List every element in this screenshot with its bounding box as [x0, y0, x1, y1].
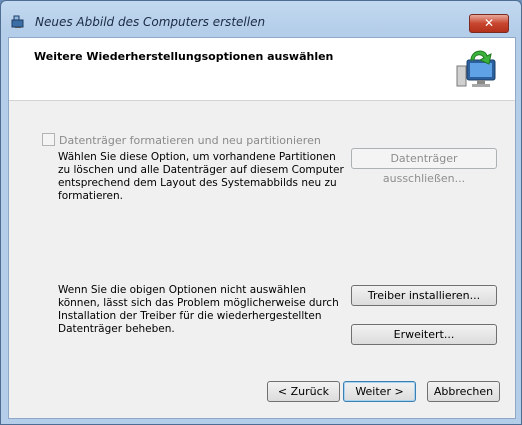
- format-checkbox[interactable]: [42, 133, 55, 146]
- window-title: Neues Abbild des Computers erstellen: [35, 15, 266, 29]
- exclude-disks-button[interactable]: Datenträger ausschließen...: [351, 148, 497, 185]
- dialog-header: Weitere Wiederherstellungsoptionen auswä…: [9, 38, 515, 101]
- format-checkbox-label: Datenträger formatieren und neu partitio…: [59, 134, 321, 147]
- advanced-button[interactable]: Erweitert...: [351, 324, 497, 345]
- dialog-client-area: Weitere Wiederherstellungsoptionen auswä…: [8, 37, 516, 419]
- format-description: Wählen Sie diese Option, um vorhandene P…: [58, 151, 344, 202]
- cancel-button[interactable]: Abbrechen: [427, 381, 500, 402]
- back-button[interactable]: < Zurück: [267, 381, 340, 402]
- next-button[interactable]: Weiter >: [343, 381, 416, 402]
- page-title: Weitere Wiederherstellungsoptionen auswä…: [34, 50, 334, 63]
- restore-app-icon: [11, 15, 24, 28]
- computer-restore-icon: [456, 50, 496, 87]
- install-drivers-button[interactable]: Treiber installieren...: [351, 285, 497, 306]
- title-bar[interactable]: Neues Abbild des Computers erstellen ✕: [1, 1, 521, 35]
- dialog-window: Neues Abbild des Computers erstellen ✕ W…: [0, 0, 522, 425]
- close-button[interactable]: ✕: [469, 14, 509, 33]
- format-checkbox-row: Datenträger formatieren und neu partitio…: [42, 133, 321, 147]
- driver-description: Wenn Sie die obigen Optionen nicht auswä…: [58, 284, 339, 335]
